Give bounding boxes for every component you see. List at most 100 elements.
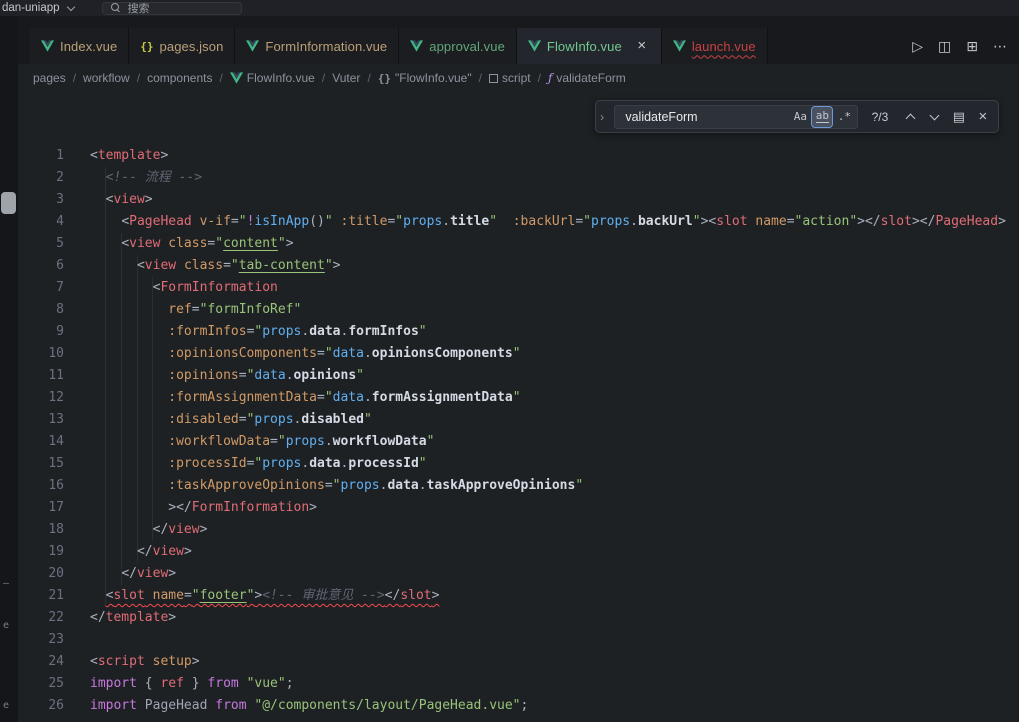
more-actions-button[interactable]: ⋯	[993, 38, 1007, 55]
breadcrumb-label: "FlowInfo.vue"	[395, 71, 472, 85]
code-line: <!-- 流程 -->	[90, 167, 1019, 189]
editor-actions: ▷ ◫ ⊞ ⋯	[900, 28, 1019, 64]
editor[interactable]: 1234567891011121314151617181920212223242…	[18, 92, 1019, 722]
tab-approval.vue[interactable]: approval.vue	[399, 28, 517, 64]
workspace-name[interactable]: dan-uniapp	[2, 2, 60, 14]
titlebar: dan-uniapp 搜索	[0, 0, 1019, 16]
toggle-replace-icon[interactable]: ›	[596, 101, 608, 132]
breadcrumb-separator: /	[322, 71, 325, 85]
line-number: 3	[18, 189, 64, 211]
tab-pages.json[interactable]: {} pages.json	[129, 28, 235, 64]
collapsed-sidebar[interactable]: –ee	[0, 16, 18, 722]
code-line: :processId="props.data.processId"	[90, 453, 1019, 475]
tab-Index.vue[interactable]: Index.vue	[30, 28, 129, 64]
tab-FlowInfo.vue[interactable]: FlowInfo.vue×	[517, 28, 662, 64]
find-options: Aaab.*	[790, 107, 854, 127]
line-number: 14	[18, 431, 64, 453]
previous-match-button[interactable]	[902, 106, 920, 128]
line-number: 10	[18, 343, 64, 365]
line-number: 18	[18, 519, 64, 541]
code-line: ></FormInformation>	[90, 497, 1019, 519]
line-number: 7	[18, 277, 64, 299]
breadcrumb-item-Vuter[interactable]: Vuter	[332, 71, 360, 85]
code-line: :opinions="data.opinions"	[90, 365, 1019, 387]
code-line: <slot name="footer"><!-- 审批意见 --></slot>	[90, 585, 1019, 607]
code-line: :formAssignmentData="data.formAssignment…	[90, 387, 1019, 409]
line-number: 8	[18, 299, 64, 321]
breadcrumb: pages/workflow/components/FlowInfo.vue/V…	[18, 64, 1019, 92]
code-line: import { ref } from "vue";	[90, 673, 1019, 695]
tab-FormInformation.vue[interactable]: FormInformation.vue	[235, 28, 399, 64]
code-line: <script setup>	[90, 651, 1019, 673]
breadcrumb-item-script[interactable]: script	[489, 71, 531, 85]
code-line: :opinionsComponents="data.opinionsCompon…	[90, 343, 1019, 365]
code-line: <PageHead v-if="!isInApp()" :title="prop…	[90, 211, 1019, 233]
find-query-input[interactable]	[623, 109, 788, 125]
tab-label: Index.vue	[60, 39, 117, 54]
json-icon: {}	[140, 40, 153, 53]
breadcrumb-item-FlowInfo.vue[interactable]: FlowInfo.vue	[230, 71, 315, 85]
breadcrumb-separator: /	[479, 71, 482, 85]
vue-icon	[410, 40, 423, 52]
breadcrumb-item-workflow[interactable]: workflow	[83, 71, 130, 85]
vue-icon	[41, 40, 54, 52]
tab-label: pages.json	[160, 39, 224, 54]
breadcrumb-label: script	[502, 71, 531, 85]
breadcrumb-item-FlowInfo.vue[interactable]: {} "FlowInfo.vue"	[378, 71, 472, 85]
breadcrumb-item-components[interactable]: components	[147, 71, 212, 85]
breadcrumb-item-pages[interactable]: pages	[33, 71, 66, 85]
line-number: 26	[18, 695, 64, 717]
breadcrumb-label: validateForm	[556, 71, 625, 85]
code-lines[interactable]: <template> <!-- 流程 --> <view> <PageHead …	[90, 145, 1019, 717]
split-editor-button[interactable]: ◫	[938, 38, 951, 55]
line-number: 2	[18, 167, 64, 189]
tab-label: FormInformation.vue	[265, 39, 387, 54]
code-line: </view>	[90, 519, 1019, 541]
code-line: :taskApproveOpinions="props.data.taskApp…	[90, 475, 1019, 497]
tab-bar: Index.vue {} pages.json FormInformation.vue…	[18, 16, 1019, 64]
command-center-search[interactable]: 搜索	[102, 2, 242, 15]
find-input-box[interactable]: Aaab.*	[614, 105, 858, 129]
code-line: :disabled="props.disabled"	[90, 409, 1019, 431]
code-line: <view class="tab-content">	[90, 255, 1019, 277]
next-match-button[interactable]	[926, 106, 944, 128]
chevron-down-icon	[66, 2, 74, 10]
module-symbol-icon	[489, 74, 498, 83]
find-in-selection-button[interactable]: ▤	[950, 106, 968, 128]
search-label: 搜索	[128, 0, 150, 16]
find-results-count: ?/3	[864, 110, 895, 124]
customize-layout-button[interactable]: ⊞	[966, 38, 978, 55]
close-tab-icon[interactable]: ×	[634, 39, 650, 53]
line-number: 20	[18, 563, 64, 585]
braces-icon: {}	[378, 72, 391, 85]
vue-icon	[246, 40, 259, 52]
run-button[interactable]: ▷	[912, 38, 923, 55]
line-number: 5	[18, 233, 64, 255]
function-symbol-icon: ƒ	[548, 71, 552, 85]
line-number: 24	[18, 651, 64, 673]
sidebar-fragment: –	[3, 578, 9, 589]
breadcrumb-label: workflow	[83, 71, 130, 85]
line-number: 17	[18, 497, 64, 519]
close-find-icon[interactable]: ×	[974, 106, 992, 128]
line-number: 12	[18, 387, 64, 409]
tab-launch.vue[interactable]: launch.vue	[662, 28, 768, 64]
match-case-toggle[interactable]: Aa	[790, 107, 810, 127]
tabs: Index.vue {} pages.json FormInformation.vue…	[30, 28, 768, 64]
editor-group: Index.vue {} pages.json FormInformation.vue…	[18, 16, 1019, 722]
line-number: 9	[18, 321, 64, 343]
breadcrumb-label: FlowInfo.vue	[247, 71, 315, 85]
line-number: 13	[18, 409, 64, 431]
code-line: </view>	[90, 563, 1019, 585]
tab-label: launch.vue	[692, 39, 756, 54]
vue-icon	[673, 40, 686, 52]
activity-bar-indicator	[1, 192, 16, 214]
code-line	[90, 629, 1019, 651]
code-line: </view>	[90, 541, 1019, 563]
line-number: 1	[18, 145, 64, 167]
code-line: ref="formInfoRef"	[90, 299, 1019, 321]
regex-toggle[interactable]: .*	[834, 107, 854, 127]
whole-word-toggle[interactable]: ab	[812, 107, 832, 127]
breadcrumb-item-validateForm[interactable]: ƒ validateForm	[548, 71, 626, 85]
vue-icon	[528, 40, 541, 52]
